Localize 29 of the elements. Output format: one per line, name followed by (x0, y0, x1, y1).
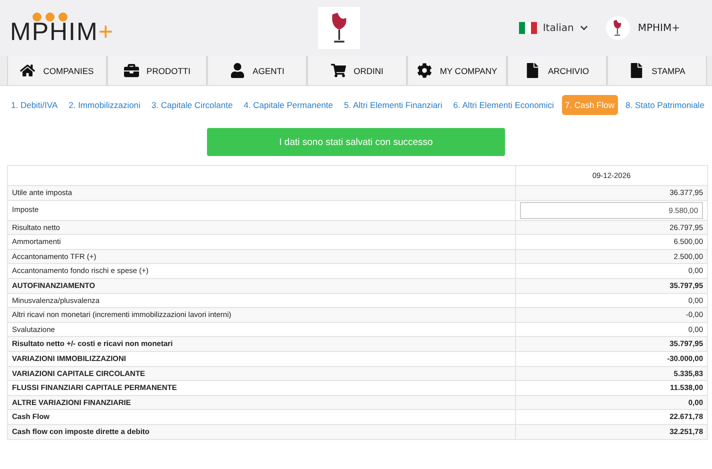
file-icon (628, 63, 644, 78)
language-dropdown[interactable]: Italian (518, 22, 588, 34)
briefcase-icon (124, 63, 139, 78)
step-tab[interactable]: 8. Stato Patrimoniale (622, 95, 708, 115)
gear-icon (416, 63, 432, 78)
step-tab[interactable]: 1. Debiti/IVA (8, 95, 61, 115)
nav-tab[interactable]: STAMPA (607, 56, 707, 85)
cart-icon (330, 63, 346, 78)
logo: MPHIM+ (10, 10, 290, 46)
nav-tab[interactable]: COMPANIES (7, 56, 107, 85)
success-alert: I dati sono stati salvati con successo (207, 128, 505, 156)
nav-tab[interactable]: PRODOTTI (107, 56, 207, 85)
step-tab[interactable]: 5. Altri Elementi Finanziari (341, 95, 446, 115)
step-tab[interactable]: 6. Altri Elementi Economici (450, 95, 557, 115)
user-icon (230, 63, 245, 78)
chevron-down-icon (580, 24, 588, 32)
flag-icon (518, 22, 537, 34)
nav-tab[interactable]: AGENTI (207, 56, 307, 85)
wine-glass-icon (612, 19, 624, 37)
step-tab[interactable]: 3. Capitale Circolante (148, 95, 236, 115)
user-name[interactable]: MPHIM+ (638, 22, 680, 34)
step-tab[interactable]: 2. Immobilizzazioni (66, 95, 144, 115)
nav-tab[interactable]: ARCHIVIO (507, 56, 607, 85)
step-tab[interactable]: 4. Capitale Permanente (240, 95, 336, 115)
home-icon (20, 63, 36, 78)
nav-tab[interactable]: ORDINI (307, 56, 407, 85)
file-icon (524, 63, 540, 78)
nav-tab[interactable]: MY COMPANY (407, 56, 507, 85)
dots-icon (32, 12, 68, 22)
